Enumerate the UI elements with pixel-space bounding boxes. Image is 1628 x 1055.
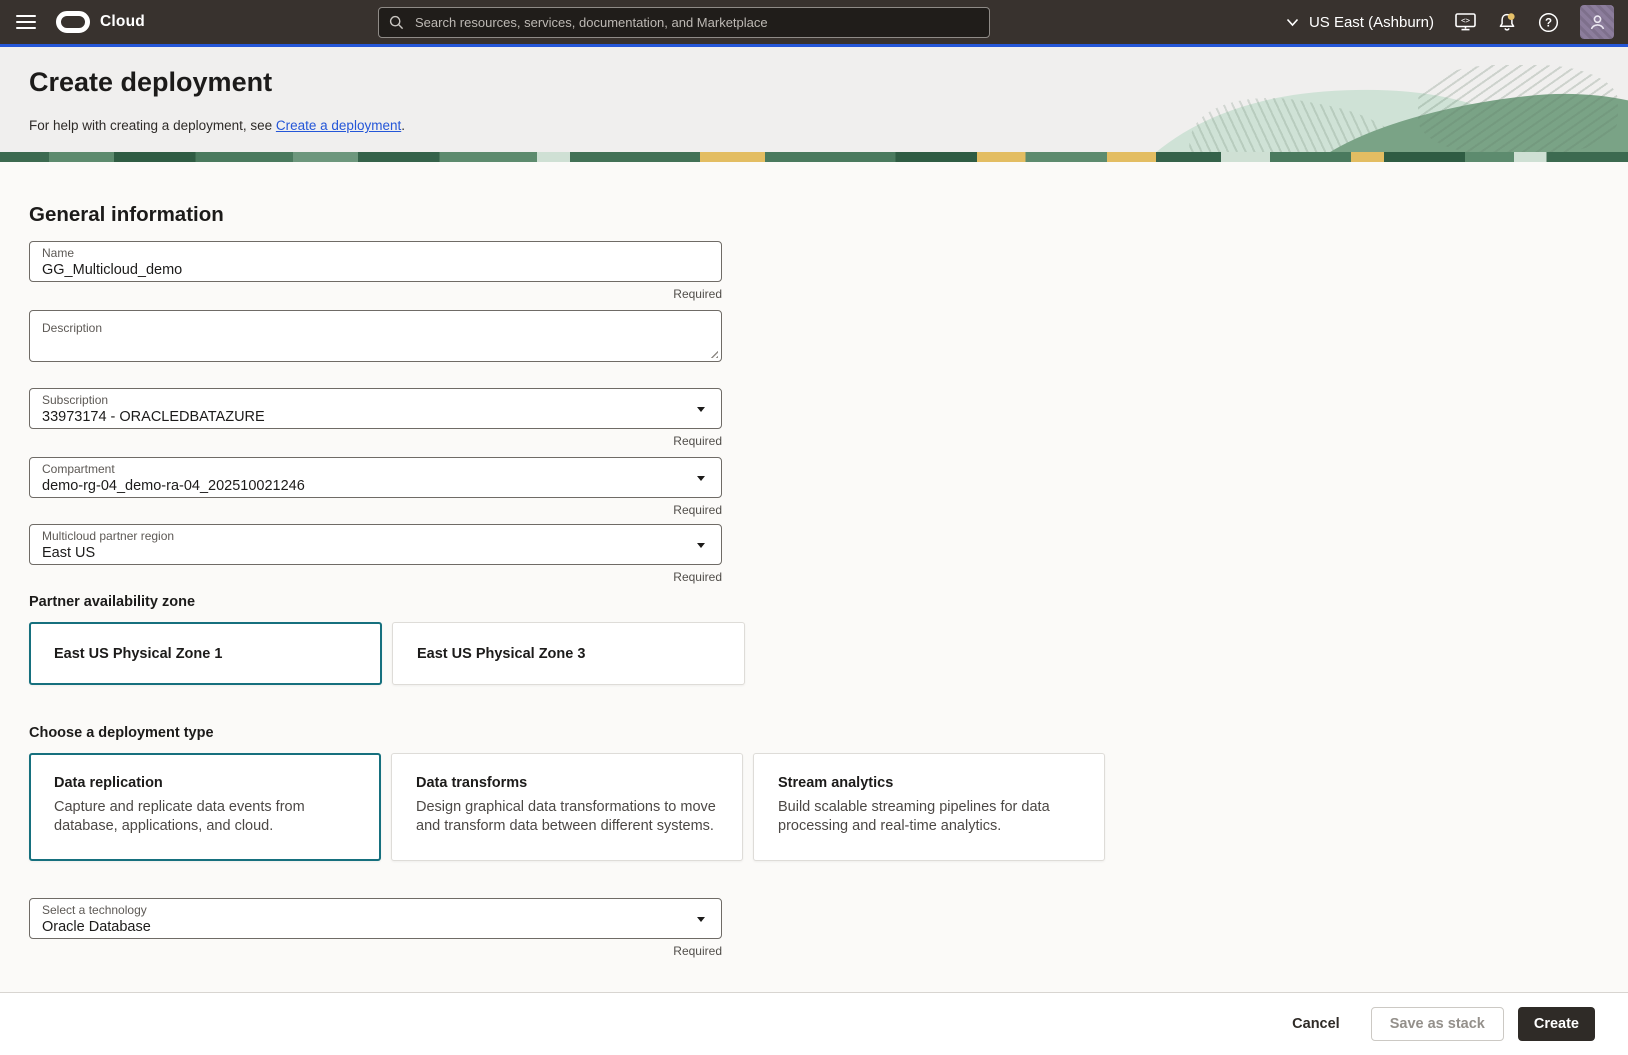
help-icon: ? — [1538, 12, 1559, 32]
deployment-type-options: Data replication Capture and replicate d… — [29, 753, 1628, 861]
deployment-card-data-replication[interactable]: Data replication Capture and replicate d… — [29, 753, 381, 861]
deployment-card-data-transforms[interactable]: Data transforms Design graphical data tr… — [391, 753, 743, 861]
brand-name: Cloud — [100, 13, 145, 30]
deployment-card-title: Data replication — [54, 775, 163, 791]
topbar: Cloud US East (Ashburn) <> — [0, 0, 1628, 44]
decorative-hatch-pattern-2 — [1418, 65, 1618, 152]
zone-section-label: Partner availability zone — [29, 594, 196, 610]
technology-required-hint: Required — [673, 944, 722, 958]
partner-region-label: Multicloud partner region — [42, 529, 175, 543]
search-icon — [389, 15, 404, 30]
caret-down-icon — [697, 406, 705, 416]
deployment-card-title: Data transforms — [416, 775, 528, 791]
name-required-hint: Required — [673, 287, 722, 301]
action-footer: Cancel Save as stack Create — [0, 992, 1628, 1055]
page-title: Create deployment — [29, 67, 273, 97]
subscription-select[interactable]: Subscription 33973174 - ORACLEDBATAZURE — [29, 388, 722, 429]
terminal-monitor-icon: <> — [1455, 13, 1476, 31]
technology-select[interactable]: Select a technology Oracle Database — [29, 898, 722, 939]
notifications-button[interactable] — [1497, 12, 1517, 33]
cancel-button[interactable]: Cancel — [1288, 1008, 1344, 1040]
subscription-value: 33973174 - ORACLEDBATAZURE — [42, 409, 265, 425]
compartment-value: demo-rg-04_demo-ra-04_202510021246 — [42, 478, 305, 494]
textarea-resize-handle[interactable] — [708, 348, 718, 358]
oracle-logo-icon — [56, 11, 90, 33]
name-field-label: Name — [42, 246, 75, 260]
description-field-label: Description — [42, 321, 103, 335]
deployment-type-section-label: Choose a deployment type — [29, 725, 214, 741]
deployment-card-stream-analytics[interactable]: Stream analytics Build scalable streamin… — [753, 753, 1105, 861]
partner-region-value: East US — [42, 545, 96, 561]
cloud-shell-button[interactable]: <> — [1455, 13, 1476, 31]
hamburger-menu-icon[interactable] — [16, 15, 36, 29]
caret-down-icon — [697, 916, 705, 926]
deployment-card-description: Build scalable streaming pipelines for d… — [778, 799, 1050, 835]
zone-card-label: East US Physical Zone 3 — [417, 645, 586, 662]
zone-card-label: East US Physical Zone 1 — [54, 645, 223, 662]
deployment-card-description: Capture and replicate data events from d… — [54, 799, 305, 835]
save-as-stack-button[interactable]: Save as stack — [1370, 1007, 1504, 1041]
help-text: For help with creating a deployment, see… — [29, 118, 405, 133]
main-content: General information Name Required Descri… — [0, 162, 1628, 992]
caret-down-icon — [697, 475, 705, 485]
compartment-label: Compartment — [42, 462, 115, 476]
page-header: Create deployment For help with creating… — [0, 47, 1628, 152]
deployment-card-title: Stream analytics — [778, 775, 894, 791]
subscription-required-hint: Required — [673, 434, 722, 448]
svg-text:?: ? — [1545, 17, 1552, 29]
caret-down-icon — [697, 542, 705, 552]
zone-card-east-us-physical-zone-1[interactable]: East US Physical Zone 1 — [29, 622, 382, 685]
svg-text:<>: <> — [1461, 16, 1471, 25]
chevron-down-icon — [1286, 18, 1299, 26]
search-input[interactable] — [413, 14, 979, 31]
section-title-general-information: General information — [29, 203, 224, 226]
global-search[interactable] — [378, 7, 990, 38]
compartment-required-hint: Required — [673, 503, 722, 517]
user-menu-button[interactable] — [1580, 5, 1614, 39]
technology-label: Select a technology — [42, 903, 147, 917]
bell-icon — [1499, 12, 1515, 31]
description-field[interactable]: Description — [29, 310, 722, 362]
create-deployment-help-link[interactable]: Create a deployment — [276, 118, 401, 133]
zone-options: East US Physical Zone 1 East US Physical… — [29, 622, 1628, 685]
zone-card-east-us-physical-zone-3[interactable]: East US Physical Zone 3 — [392, 622, 745, 685]
region-label: US East (Ashburn) — [1308, 13, 1434, 31]
partner-region-required-hint: Required — [673, 570, 722, 584]
help-text-prefix: For help with creating a deployment, see — [29, 118, 276, 133]
name-field[interactable]: Name — [29, 241, 722, 282]
name-input[interactable] — [42, 261, 682, 279]
brand[interactable]: Cloud — [56, 11, 145, 33]
user-avatar-icon — [1590, 14, 1604, 29]
decorative-banner-strip — [0, 152, 1628, 162]
deployment-card-description: Design graphical data transformations to… — [416, 799, 716, 835]
partner-region-select[interactable]: Multicloud partner region East US — [29, 524, 722, 565]
technology-value: Oracle Database — [42, 919, 151, 935]
compartment-select[interactable]: Compartment demo-rg-04_demo-ra-04_202510… — [29, 457, 722, 498]
help-button[interactable]: ? — [1538, 12, 1559, 33]
subscription-label: Subscription — [42, 393, 109, 407]
create-button[interactable]: Create — [1517, 1007, 1595, 1041]
region-picker[interactable]: US East (Ashburn) — [1286, 14, 1434, 31]
help-text-suffix: . — [401, 118, 405, 133]
